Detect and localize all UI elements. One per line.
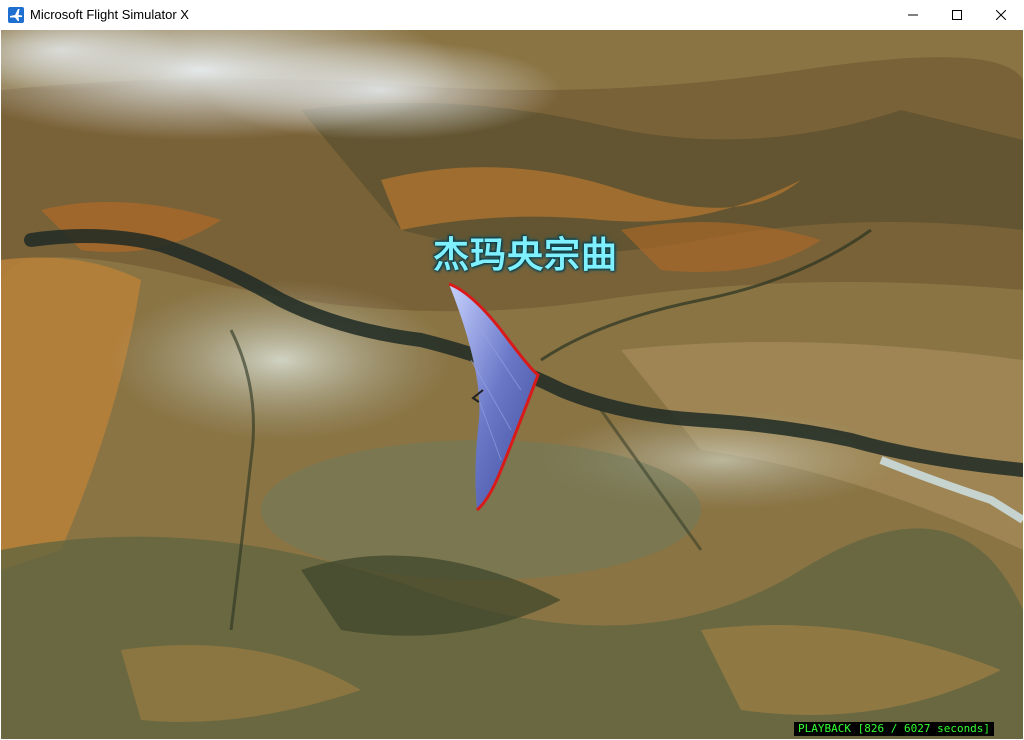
- app-window: Microsoft Flight Simulator X 杰玛央宗曲 PLAYB…: [0, 0, 1024, 740]
- minimize-button[interactable]: [890, 0, 936, 30]
- close-icon: [996, 10, 1006, 20]
- simulator-viewport[interactable]: 杰玛央宗曲 PLAYBACK [826 / 6027 seconds]: [1, 30, 1023, 739]
- title-bar[interactable]: Microsoft Flight Simulator X: [0, 0, 1024, 30]
- maximize-button[interactable]: [934, 0, 980, 30]
- window-title: Microsoft Flight Simulator X: [30, 7, 189, 22]
- minimize-icon: [908, 10, 918, 20]
- airplane-icon: [8, 7, 24, 23]
- terrain-scene: [1, 30, 1023, 739]
- close-button[interactable]: [978, 0, 1024, 30]
- maximize-icon: [952, 10, 962, 20]
- location-overlay-title: 杰玛央宗曲: [433, 235, 619, 276]
- playback-status: PLAYBACK [826 / 6027 seconds]: [794, 722, 995, 736]
